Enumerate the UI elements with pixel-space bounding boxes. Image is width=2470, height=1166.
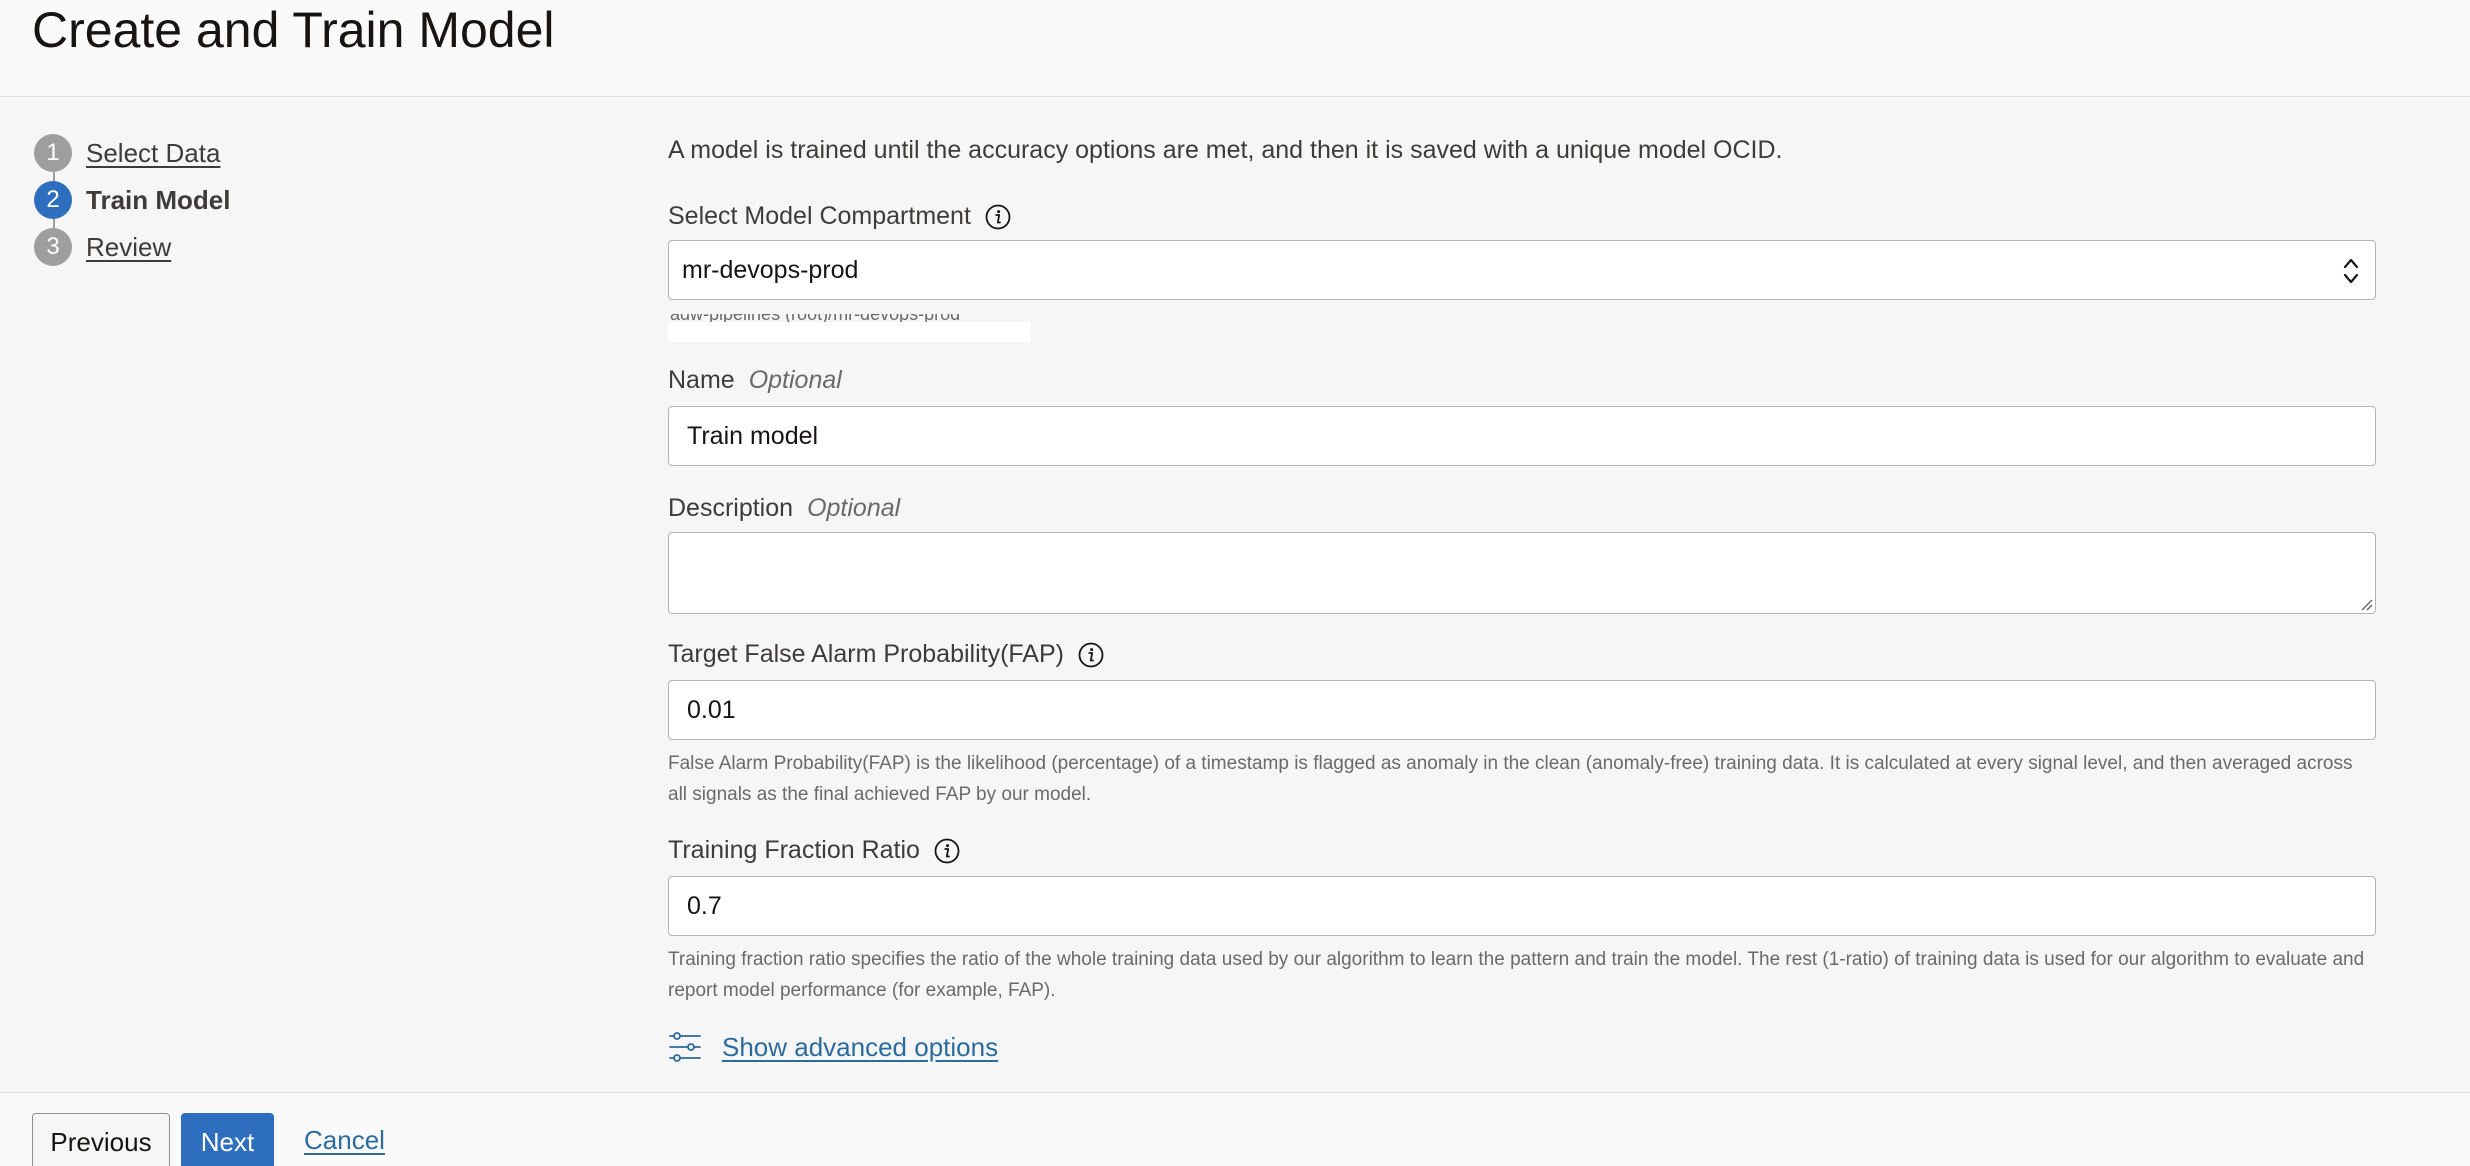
fap-label: Target False Alarm Probability(FAP) xyxy=(668,640,1104,669)
step-number-3: 3 xyxy=(34,228,72,266)
step-number-2: 2 xyxy=(34,181,72,219)
name-input-value: Train model xyxy=(687,421,819,450)
training-fraction-label: Training Fraction Ratio xyxy=(668,836,960,865)
advanced-options-toggle[interactable]: Show advanced options xyxy=(668,1030,998,1064)
redaction-mask xyxy=(668,322,1030,342)
name-label-text: Name xyxy=(668,366,735,394)
fap-input[interactable]: 0.01 xyxy=(668,680,2376,740)
page: Create and Train Model 1 Select Data 2 T… xyxy=(0,0,2470,1166)
info-icon[interactable] xyxy=(934,838,960,864)
info-icon[interactable] xyxy=(1078,642,1104,668)
cancel-link[interactable]: Cancel xyxy=(304,1125,385,1156)
compartment-select[interactable]: mr-devops-prod xyxy=(668,240,2376,300)
step-label-review[interactable]: Review xyxy=(86,232,171,263)
fap-input-value: 0.01 xyxy=(687,695,736,724)
step-select-data[interactable]: 1 Select Data xyxy=(34,134,220,172)
page-header: Create and Train Model xyxy=(0,0,2470,97)
training-fraction-input[interactable]: 0.7 xyxy=(668,876,2376,936)
compartment-label: Select Model Compartment xyxy=(668,202,1011,231)
training-fraction-input-value: 0.7 xyxy=(687,891,722,920)
fap-help-text: False Alarm Probability(FAP) is the like… xyxy=(668,753,2353,805)
step-train-model: 2 Train Model xyxy=(34,181,230,219)
name-label: Name Optional xyxy=(668,366,842,395)
show-advanced-options-link[interactable]: Show advanced options xyxy=(722,1032,998,1063)
fap-label-text: Target False Alarm Probability(FAP) xyxy=(668,640,1064,668)
compartment-label-text: Select Model Compartment xyxy=(668,202,971,230)
resize-grip-icon[interactable] xyxy=(2359,597,2373,611)
description-textarea[interactable] xyxy=(668,532,2376,614)
next-button[interactable]: Next xyxy=(181,1113,274,1166)
description-label-text: Description xyxy=(668,494,794,522)
wizard-footer: Previous Next Cancel xyxy=(0,1092,2470,1166)
step-label-train-model: Train Model xyxy=(86,184,231,215)
name-optional-tag: Optional xyxy=(748,366,842,394)
form-intro: A model is trained until the accuracy op… xyxy=(668,136,1783,164)
name-input[interactable]: Train model xyxy=(668,406,2376,466)
sliders-icon xyxy=(669,1032,701,1062)
description-label: Description Optional xyxy=(668,494,900,523)
step-review[interactable]: 3 Review xyxy=(34,228,171,266)
description-optional-tag: Optional xyxy=(807,494,901,522)
page-title: Create and Train Model xyxy=(32,2,555,58)
step-number-1: 1 xyxy=(34,134,72,172)
compartment-select-value: mr-devops-prod xyxy=(682,255,859,284)
step-label-select-data[interactable]: Select Data xyxy=(86,138,220,169)
compartment-path: adw-pipelines (root)/mr-devops-prod xyxy=(668,314,1030,342)
training-fraction-help-text: Training fraction ratio specifies the ra… xyxy=(668,949,2365,1001)
info-icon[interactable] xyxy=(985,204,1011,230)
chevron-up-down-icon xyxy=(2343,258,2359,284)
previous-button[interactable]: Previous xyxy=(32,1113,170,1166)
training-fraction-label-text: Training Fraction Ratio xyxy=(668,836,920,864)
